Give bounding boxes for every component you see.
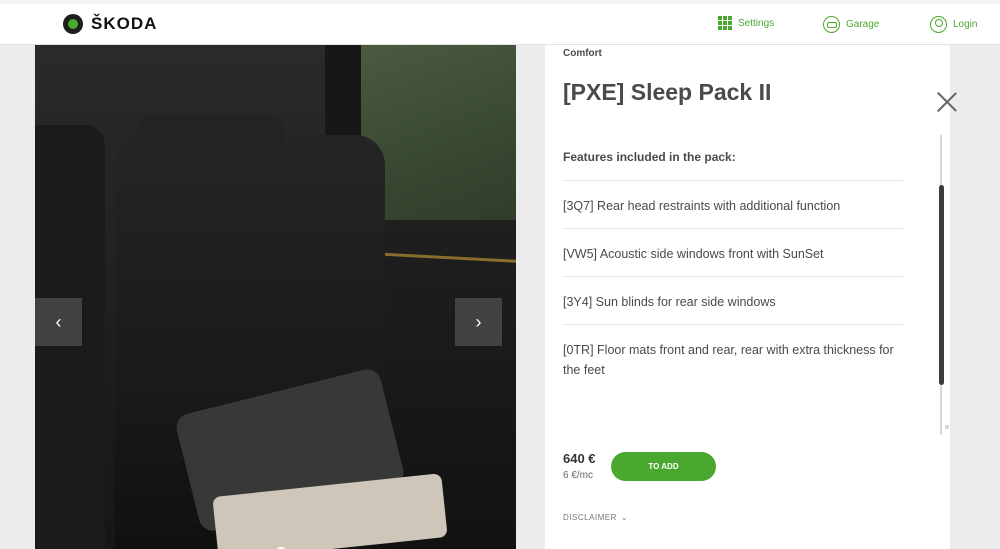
- chevron-down-icon: ⌄: [620, 513, 629, 522]
- feature-item: [3Y4] Sun blinds for rear side windows: [563, 276, 903, 324]
- feature-list: [3Q7] Rear head restraints with addition…: [563, 180, 903, 394]
- brand-name: ŠKODA: [91, 14, 158, 33]
- feature-item: [0TR] Floor mats front and rear, rear wi…: [563, 324, 903, 394]
- feature-item: [3Q7] Rear head restraints with addition…: [563, 180, 903, 228]
- user-icon: [930, 16, 947, 33]
- top-header: ŠKODA Settings Garage Login: [0, 0, 1000, 45]
- chevron-right-icon: ›: [475, 311, 482, 332]
- add-button[interactable]: TO ADD: [611, 452, 716, 481]
- product-title: [PXE] Sleep Pack II: [563, 79, 772, 105]
- disclaimer-label: DISCLAIMER: [563, 513, 617, 522]
- nav-garage-label: Garage: [846, 19, 880, 30]
- features-heading: Features included in the pack:: [563, 150, 736, 164]
- monthly-price: 6 €/mc: [563, 470, 594, 481]
- skoda-logo-icon: [63, 14, 83, 34]
- product-image: [35, 45, 516, 549]
- next-image-button[interactable]: ›: [455, 298, 502, 346]
- price: 640 €: [563, 451, 596, 466]
- grid-icon: [718, 16, 732, 30]
- scrollbar-end: [945, 425, 949, 429]
- category-label: Comfort: [563, 48, 602, 59]
- prev-image-button[interactable]: ‹: [35, 298, 82, 346]
- photo-headrest: [135, 115, 285, 185]
- detail-panel: Comfort [PXE] Sleep Pack II Features inc…: [545, 45, 950, 549]
- scrollbar-thumb[interactable]: [939, 185, 944, 385]
- nav-login-label: Login: [953, 19, 978, 30]
- nav-settings-label: Settings: [738, 17, 775, 29]
- nav-login[interactable]: Login: [930, 16, 977, 33]
- disclaimer-toggle[interactable]: DISCLAIMER ⌄: [563, 513, 628, 522]
- car-icon: [823, 16, 840, 33]
- feature-item: [VW5] Acoustic side windows front with S…: [563, 228, 903, 276]
- nav-garage[interactable]: Garage: [823, 16, 879, 33]
- close-icon[interactable]: [936, 91, 958, 113]
- nav-settings[interactable]: Settings: [718, 16, 774, 30]
- chevron-left-icon: ‹: [55, 311, 62, 332]
- brand-logo[interactable]: ŠKODA: [63, 14, 157, 34]
- header-topline: [0, 0, 1000, 4]
